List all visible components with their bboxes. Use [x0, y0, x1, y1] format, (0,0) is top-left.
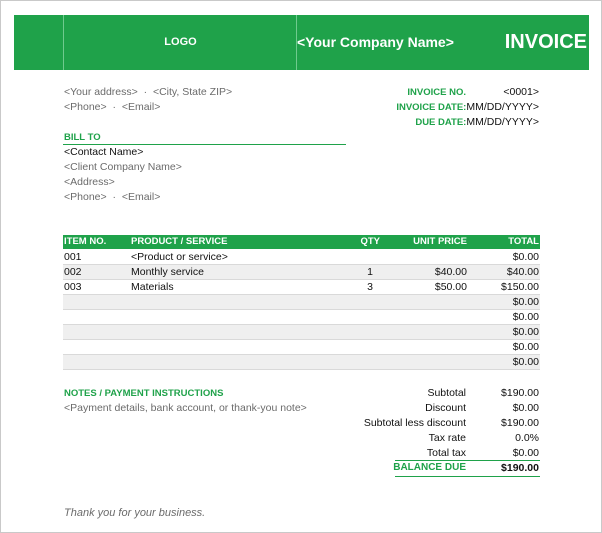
subtotal-label: Subtotal [427, 387, 466, 399]
balance-bottom-rule [395, 476, 540, 477]
table-row: $0.00 [63, 355, 540, 370]
bill-to-contact: <Contact Name> [64, 146, 144, 158]
bill-to-address: <Address> [64, 176, 115, 188]
cell-total: $150.00 [501, 281, 539, 293]
cell-unit-price: $40.00 [434, 266, 467, 278]
balance-due-label: BALANCE DUE [393, 462, 466, 473]
header-qty: QTY [360, 236, 380, 247]
table-row: $0.00 [63, 325, 540, 340]
separator-dot: · [112, 191, 116, 203]
less-discount-value: $190.00 [501, 417, 539, 429]
sender-phone: <Phone> [64, 101, 107, 113]
balance-due-value: $190.00 [501, 462, 539, 474]
due-date-label: DUE DATE: [415, 117, 467, 128]
cell-unit-price [393, 250, 467, 265]
cell-total: $0.00 [512, 356, 539, 368]
sender-email: <Email> [121, 101, 161, 113]
table-row: $0.00 [63, 295, 540, 310]
cell-unit-price [393, 325, 467, 340]
bill-to-company: <Client Company Name> [64, 161, 182, 173]
bill-to-contact-line: <Phone> · <Email> [64, 191, 160, 203]
cell-product: Materials [131, 281, 174, 293]
cell-item-no: 002 [64, 266, 82, 278]
sender-contact-line: <Phone> · <Email> [64, 101, 160, 113]
due-date-row: DUE DATE:MM/DD/YYYY> [415, 116, 539, 128]
cell-qty [333, 250, 373, 265]
separator-dot: · [112, 101, 116, 113]
items-table-header: ITEM NO. PRODUCT / SERVICE QTY UNIT PRIC… [63, 235, 540, 249]
subtotal-value: $190.00 [501, 387, 539, 399]
less-discount-label: Subtotal less discount [363, 417, 466, 429]
cell-total: $0.00 [512, 296, 539, 308]
thank-you-note: Thank you for your business. [64, 507, 206, 519]
cell-qty [333, 340, 373, 355]
balance-top-rule [395, 460, 540, 461]
bill-to-email: <Email> [121, 191, 161, 203]
header-total: TOTAL [508, 236, 539, 247]
invoice-date-value: MM/DD/YYYY> [466, 101, 539, 113]
row-divider [63, 369, 540, 370]
discount-label: Discount [425, 402, 466, 414]
cell-qty [333, 310, 373, 325]
notes-text: <Payment details, bank account, or thank… [64, 402, 307, 414]
invoice-date-row: INVOICE DATE:MM/DD/YYYY> [396, 101, 539, 113]
sender-city: <City, State ZIP> [152, 86, 233, 98]
sender-address: <Your address> [64, 86, 138, 98]
table-row: 002 Monthly service 1 $40.00 $40.00 [63, 265, 540, 280]
cell-product: Monthly service [131, 266, 204, 278]
cell-unit-price [393, 310, 467, 325]
company-name: <Your Company Name> [297, 34, 454, 50]
cell-product: <Product or service> [131, 251, 228, 263]
header-band: LOGO <Your Company Name> INVOICE [14, 15, 589, 70]
discount-value: $0.00 [512, 402, 539, 414]
cell-qty [333, 295, 373, 310]
bill-to-phone: <Phone> [64, 191, 107, 203]
tax-rate-value: 0.0% [515, 432, 539, 444]
cell-item-no: 001 [64, 251, 82, 263]
total-tax-label: Total tax [426, 447, 466, 459]
invoice-page: LOGO <Your Company Name> INVOICE <Your a… [0, 0, 602, 533]
cell-unit-price: $50.00 [434, 281, 467, 293]
notes-label: NOTES / PAYMENT INSTRUCTIONS [64, 388, 224, 399]
cell-qty: 3 [367, 281, 373, 293]
logo-placeholder: LOGO [164, 36, 197, 48]
cell-item-no: 003 [64, 281, 82, 293]
cell-qty [333, 325, 373, 340]
cell-total: $40.00 [506, 266, 539, 278]
cell-total: $0.00 [512, 341, 539, 353]
cell-qty: 1 [367, 266, 373, 278]
table-row: 003 Materials 3 $50.00 $150.00 [63, 280, 540, 295]
header-product: PRODUCT / SERVICE [131, 236, 228, 247]
separator-dot: · [143, 86, 148, 98]
tax-rate-label: Tax rate [428, 432, 466, 444]
cell-unit-price [393, 340, 467, 355]
table-row: 001 <Product or service> $0.00 [63, 250, 540, 265]
table-row: $0.00 [63, 310, 540, 325]
bill-to-label: BILL TO [64, 132, 101, 143]
cell-unit-price [393, 295, 467, 310]
cell-total: $0.00 [512, 251, 539, 263]
invoice-no-value: <0001> [503, 86, 539, 98]
total-tax-value: $0.00 [512, 447, 539, 459]
header-item-no: ITEM NO. [64, 236, 107, 247]
bill-to-underline [63, 144, 346, 145]
due-date-value: MM/DD/YYYY> [466, 116, 539, 128]
invoice-title: INVOICE [504, 31, 587, 53]
sender-address-line: <Your address> · <City, State ZIP> [64, 86, 232, 98]
cell-total: $0.00 [512, 311, 539, 323]
table-row: $0.00 [63, 340, 540, 355]
invoice-no-label: INVOICE NO. [407, 87, 466, 98]
header-unit-price: UNIT PRICE [413, 236, 467, 247]
cell-qty [333, 355, 373, 370]
invoice-date-label: INVOICE DATE: [396, 102, 467, 113]
cell-unit-price [393, 355, 467, 370]
cell-total: $0.00 [512, 326, 539, 338]
